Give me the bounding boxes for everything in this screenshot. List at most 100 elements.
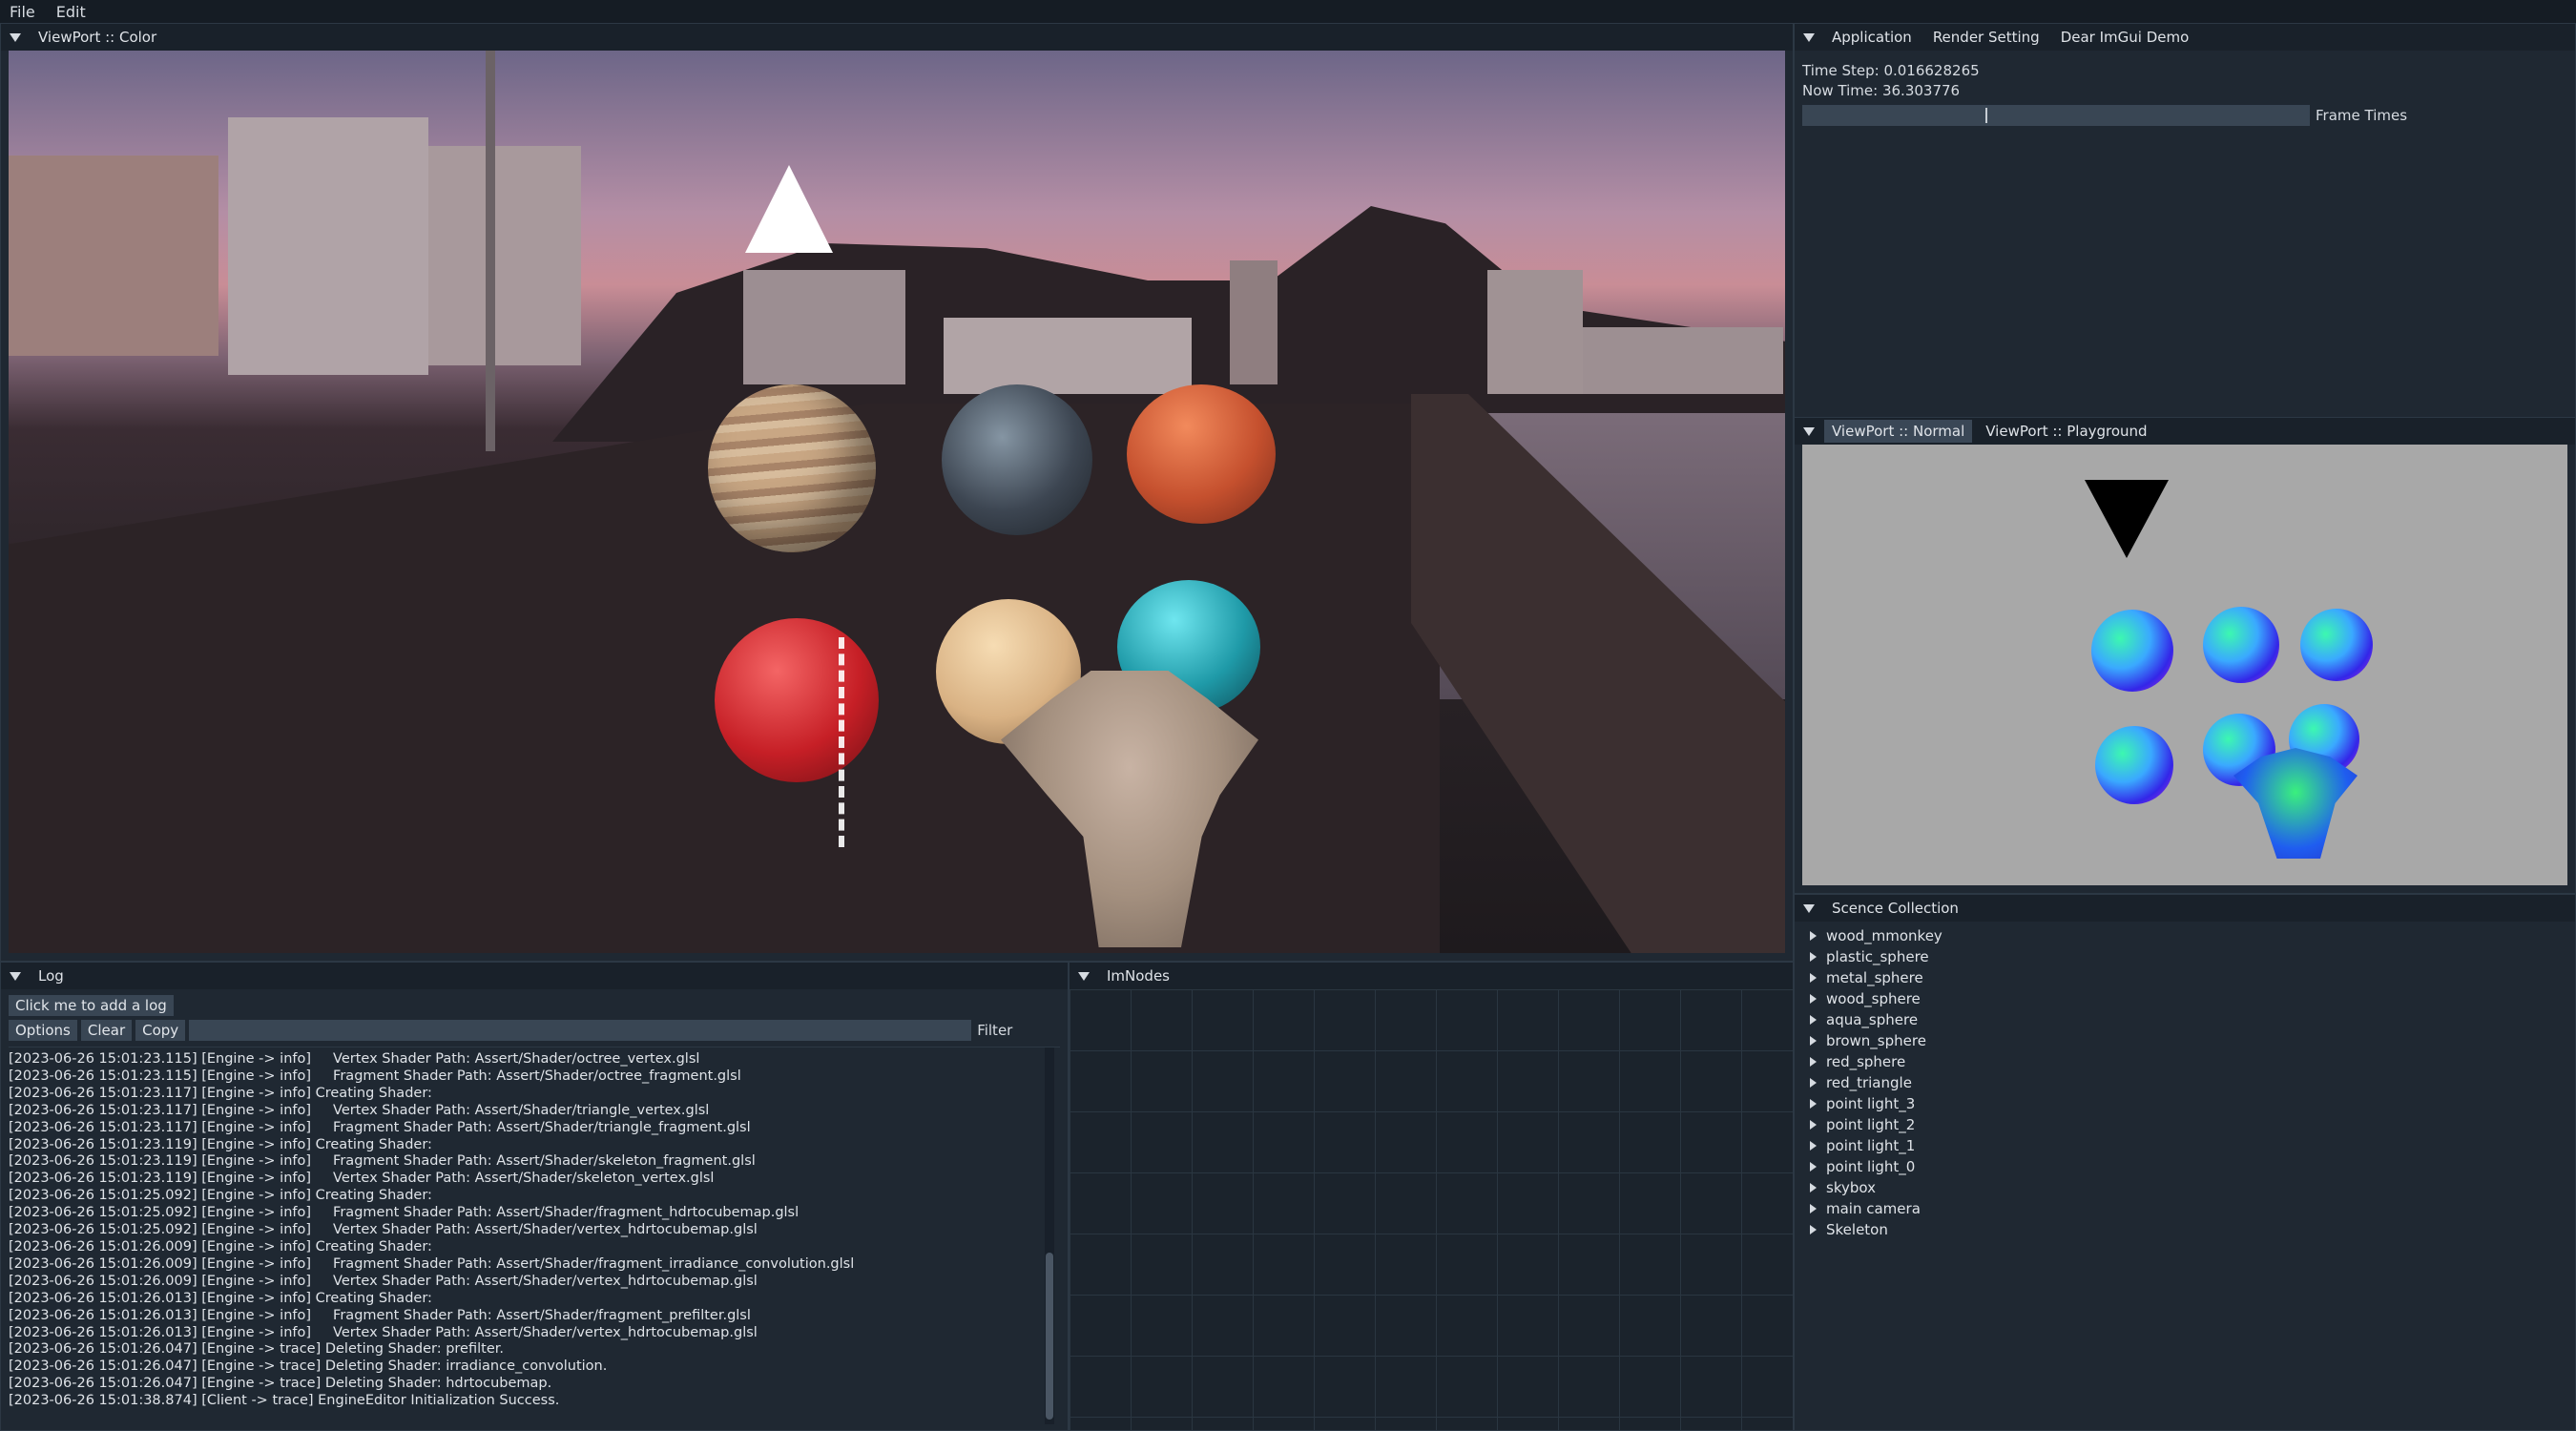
scene-item[interactable]: aqua_sphere	[1795, 1009, 2575, 1030]
log-line: [2023-06-26 15:01:26.009] [Engine -> inf…	[9, 1273, 758, 1289]
scene-item[interactable]: plastic_sphere	[1795, 946, 2575, 967]
options-button[interactable]: Options	[9, 1020, 77, 1041]
scene-item[interactable]: main camera	[1795, 1198, 2575, 1219]
collapse-icon[interactable]	[1078, 971, 1090, 981]
application-body: Time Step: 0.016628265 Now Time: 36.3037…	[1795, 51, 2575, 419]
scene-item[interactable]: point light_2	[1795, 1114, 2575, 1135]
normal-sphere[interactable]	[2203, 607, 2279, 683]
log-scrollbar-thumb[interactable]	[1046, 1253, 1053, 1420]
plastic-sphere[interactable]	[1127, 384, 1276, 524]
expand-arrow-icon[interactable]	[1810, 952, 1817, 962]
collapse-icon[interactable]	[10, 32, 21, 42]
log-lines: [2023-06-26 15:01:23.115] [Engine -> inf…	[9, 1047, 1060, 1410]
tab-render-setting[interactable]: Render Setting	[1925, 26, 2047, 49]
log-line: [2023-06-26 15:01:23.115] [Engine -> inf…	[9, 1068, 741, 1084]
scene-item[interactable]: brown_sphere	[1795, 1030, 2575, 1051]
building	[1487, 270, 1583, 394]
frame-times-marker	[1984, 108, 1987, 123]
expand-arrow-icon[interactable]	[1810, 1099, 1817, 1109]
expand-arrow-icon[interactable]	[1810, 1204, 1817, 1213]
normal-triangle[interactable]	[2085, 480, 2169, 558]
scene-item[interactable]: wood_sphere	[1795, 988, 2575, 1009]
log-toolbar: Options Clear Copy Filter	[9, 1020, 1060, 1041]
viewport-color-canvas[interactable]	[9, 51, 1785, 953]
application-tabbar: Application Render Setting Dear ImGui De…	[1795, 24, 2575, 51]
scene-item[interactable]: point light_1	[1795, 1135, 2575, 1156]
menu-bar: File Edit	[0, 0, 2576, 23]
tab-viewport-normal[interactable]: ViewPort :: Normal	[1824, 420, 1973, 443]
viewport-color-panel: ViewPort :: Color	[0, 23, 1794, 962]
scene-item[interactable]: skybox	[1795, 1177, 2575, 1198]
log-line: [2023-06-26 15:01:23.115] [Engine -> inf…	[9, 1051, 700, 1067]
frame-times-plot[interactable]	[1802, 105, 2310, 126]
tab-viewport-playground[interactable]: ViewPort :: Playground	[1978, 420, 2154, 443]
expand-arrow-icon[interactable]	[1810, 1078, 1817, 1088]
expand-arrow-icon[interactable]	[1810, 1036, 1817, 1046]
copy-button[interactable]: Copy	[135, 1020, 186, 1041]
expand-arrow-icon[interactable]	[1810, 1183, 1817, 1192]
clear-button[interactable]: Clear	[80, 1020, 133, 1041]
scene-item[interactable]: red_sphere	[1795, 1051, 2575, 1072]
scene-collection-title: Scence Collection	[1832, 900, 1959, 917]
log-line: [2023-06-26 15:01:26.047] [Engine -> tra…	[9, 1341, 504, 1358]
log-body: Click me to add a log Options Clear Copy…	[1, 989, 1068, 1430]
collapse-icon[interactable]	[10, 971, 21, 981]
normal-sphere[interactable]	[2091, 610, 2173, 692]
normal-sphere[interactable]	[2300, 609, 2373, 681]
red-triangle[interactable]	[745, 165, 833, 253]
log-line: [2023-06-26 15:01:23.117] [Engine -> inf…	[9, 1085, 432, 1101]
scene-item[interactable]: red_triangle	[1795, 1072, 2575, 1093]
expand-arrow-icon[interactable]	[1810, 994, 1817, 1004]
building	[9, 156, 218, 356]
log-line: [2023-06-26 15:01:26.047] [Engine -> tra…	[9, 1358, 608, 1375]
collapse-icon[interactable]	[1803, 426, 1815, 436]
tab-viewport-color[interactable]: ViewPort :: Color	[31, 26, 164, 49]
tab-application[interactable]: Application	[1824, 26, 1920, 49]
building	[944, 318, 1192, 394]
expand-arrow-icon[interactable]	[1810, 1057, 1817, 1067]
building	[228, 117, 428, 375]
node-editor-canvas[interactable]	[1070, 989, 1793, 1430]
menu-file[interactable]: File	[10, 3, 35, 21]
expand-arrow-icon[interactable]	[1810, 1162, 1817, 1172]
scene-item[interactable]: wood_mmonkey	[1795, 925, 2575, 946]
scene-item[interactable]: point light_3	[1795, 1093, 2575, 1114]
scene-collection-tabbar: Scence Collection	[1795, 895, 2575, 922]
viewport-normal-tabbar: ViewPort :: Normal ViewPort :: Playgroun…	[1795, 418, 2575, 445]
frame-times-label: Frame Times	[2316, 107, 2408, 124]
normal-sphere[interactable]	[2095, 726, 2173, 804]
tab-dear-imgui-demo[interactable]: Dear ImGui Demo	[2053, 26, 2197, 49]
log-line: [2023-06-26 15:01:26.013] [Engine -> inf…	[9, 1324, 758, 1340]
building	[743, 270, 905, 384]
filter-input[interactable]	[189, 1020, 972, 1041]
viewport-normal-canvas[interactable]	[1802, 445, 2567, 885]
scene-item[interactable]: metal_sphere	[1795, 967, 2575, 988]
skeleton[interactable]	[839, 637, 896, 847]
expand-arrow-icon[interactable]	[1810, 973, 1817, 983]
normal-monkey[interactable]	[2233, 748, 2358, 859]
log-scroll-area[interactable]: [2023-06-26 15:01:23.115] [Engine -> inf…	[9, 1047, 1060, 1424]
application-panel: Application Render Setting Dear ImGui De…	[1794, 23, 2576, 420]
log-line: [2023-06-26 15:01:25.092] [Engine -> inf…	[9, 1222, 758, 1238]
menu-edit[interactable]: Edit	[56, 3, 86, 21]
expand-arrow-icon[interactable]	[1810, 1141, 1817, 1151]
log-line: [2023-06-26 15:01:26.047] [Engine -> tra…	[9, 1376, 552, 1392]
metal-sphere[interactable]	[942, 384, 1092, 535]
log-scrollbar[interactable]	[1045, 1047, 1054, 1424]
time-step-label: Time Step: 0.016628265	[1802, 62, 1980, 79]
log-line: [2023-06-26 15:01:26.013] [Engine -> inf…	[9, 1290, 432, 1306]
scene-item[interactable]: Skeleton	[1795, 1219, 2575, 1240]
log-tabbar: Log	[1, 963, 1068, 989]
collapse-icon[interactable]	[1803, 903, 1815, 913]
wood-sphere[interactable]	[708, 384, 876, 552]
expand-arrow-icon[interactable]	[1810, 1120, 1817, 1130]
building	[1230, 260, 1278, 384]
add-log-button[interactable]: Click me to add a log	[9, 995, 174, 1016]
expand-arrow-icon[interactable]	[1810, 1225, 1817, 1234]
log-panel: Log Click me to add a log Options Clear …	[0, 962, 1069, 1431]
expand-arrow-icon[interactable]	[1810, 931, 1817, 941]
frame-times-row: Frame Times	[1802, 105, 2567, 126]
collapse-icon[interactable]	[1803, 32, 1815, 42]
scene-item[interactable]: point light_0	[1795, 1156, 2575, 1177]
expand-arrow-icon[interactable]	[1810, 1015, 1817, 1025]
